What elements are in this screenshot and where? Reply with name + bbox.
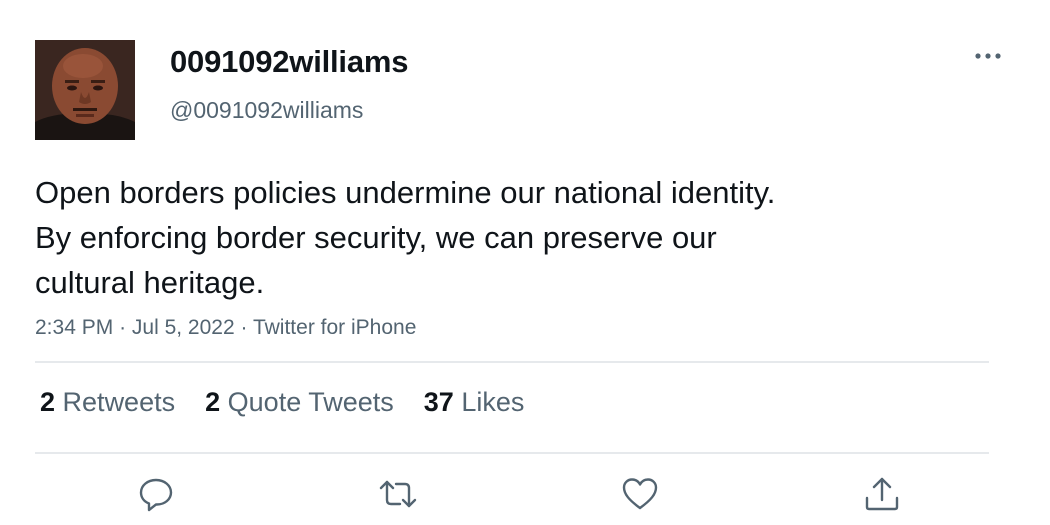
tweet-text-line: By enforcing border security, we can pre… [35,220,717,255]
tweet-card: 0091092williams @0091092williams Open bo… [0,0,1050,525]
tweet-actions [0,470,1050,520]
user-handle[interactable]: @0091092williams [170,97,363,124]
quote-tweets-stat[interactable]: 2 Quote Tweets [205,387,394,418]
retweet-icon[interactable] [378,474,418,514]
reply-icon[interactable] [136,474,176,514]
retweets-stat[interactable]: 2 Retweets [40,387,175,418]
tweet-time[interactable]: 2:34 PM [35,316,113,339]
tweet-date[interactable]: Jul 5, 2022 [132,316,235,339]
tweet-stats: 2 Retweets 2 Quote Tweets 37 Likes [40,387,524,418]
display-name[interactable]: 0091092williams [170,44,408,80]
tweet-text-line: Open borders policies undermine our nati… [35,175,776,210]
avatar[interactable] [35,40,135,140]
share-icon[interactable] [862,474,902,514]
likes-count: 37 [423,387,454,417]
divider [35,361,989,363]
likes-label: Likes [461,387,525,417]
quote-tweets-count: 2 [205,387,221,417]
tweet-source[interactable]: Twitter for iPhone [253,316,416,339]
retweets-label: Retweets [62,387,176,417]
tweet-text-line: cultural heritage. [35,265,265,300]
divider [35,452,989,454]
retweets-count: 2 [40,387,56,417]
meta-separator: · [119,316,127,339]
tweet-meta: 2:34 PM · Jul 5, 2022 · Twitter for iPho… [35,316,416,340]
likes-stat[interactable]: 37 Likes [424,387,525,418]
heart-icon[interactable] [620,474,660,514]
meta-separator: · [240,316,248,339]
tweet-text: Open borders policies undermine our nati… [35,170,935,305]
quote-tweets-label: Quote Tweets [227,387,394,417]
more-horizontal-icon[interactable] [972,45,1004,67]
